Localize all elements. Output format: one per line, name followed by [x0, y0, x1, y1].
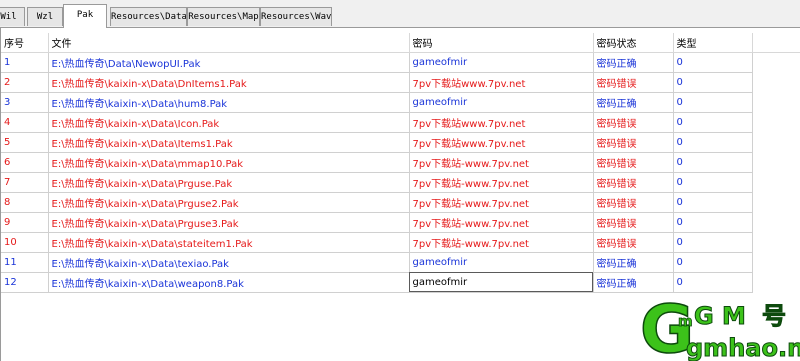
cell-file-path[interactable]: E:\热血传奇\kaixin-x\Data\DnItems1.Pak: [48, 72, 410, 93]
cell-index[interactable]: 8: [1, 192, 49, 213]
cell-type[interactable]: 0: [673, 172, 753, 193]
cell-index[interactable]: 4: [1, 112, 49, 133]
cell-password-status[interactable]: 密码正确: [593, 52, 674, 73]
cell-password-status[interactable]: 密码正确: [593, 272, 674, 293]
table-row[interactable]: 9 E:\热血传奇\kaixin-x\Data\Prguse3.Pak 7pv下载站…: [1, 212, 753, 233]
cell-file-path[interactable]: E:\热血传奇\kaixin-x\Data\Prguse.Pak: [48, 172, 410, 193]
tab-strip: Wil Wzl Pak Resources\Data Resources\Map…: [0, 0, 800, 28]
watermark-logo: G m G M 号 gmhao.net: [639, 290, 800, 361]
tab-wzl[interactable]: Wzl: [27, 7, 63, 26]
cell-password[interactable]: 7pv下载站www.7pv.net: [409, 112, 594, 133]
cell-type[interactable]: 0: [673, 52, 753, 73]
table-row[interactable]: 8 E:\热血传奇\kaixin-x\Data\Prguse2.Pak 7pv下载站…: [1, 192, 753, 213]
cell-type[interactable]: 0: [673, 232, 753, 253]
cell-password[interactable]: 7pv下载站-www.7pv.net: [409, 232, 594, 253]
watermark-small-m: m: [678, 314, 693, 330]
table-row[interactable]: 6 E:\热血传奇\kaixin-x\Data\mmap10.Pak 7pv下载站-…: [1, 152, 753, 173]
tab-pak[interactable]: Pak: [63, 4, 107, 28]
cell-password-status[interactable]: 密码错误: [593, 112, 674, 133]
cell-index[interactable]: 1: [1, 52, 49, 73]
cell-index[interactable]: 6: [1, 152, 49, 173]
table-row[interactable]: 10 E:\热血传奇\kaixin-x\Data\stateitem1.Pak 7p…: [1, 232, 753, 253]
cell-file-path[interactable]: E:\热血传奇\kaixin-x\Data\Prguse3.Pak: [48, 212, 410, 233]
cell-password-status[interactable]: 密码错误: [593, 72, 674, 93]
tab-resources-wav[interactable]: Resources\Wav: [260, 7, 332, 26]
table-row[interactable]: 2 E:\热血传奇\kaixin-x\Data\DnItems1.Pak 7pv下载…: [1, 72, 753, 93]
header-filler: [752, 33, 800, 53]
cell-index[interactable]: 3: [1, 92, 49, 113]
cell-password-status[interactable]: 密码错误: [593, 192, 674, 213]
cell-type[interactable]: 0: [673, 192, 753, 213]
app-window: Wil Wzl Pak Resources\Data Resources\Map…: [0, 0, 800, 361]
cell-index[interactable]: 2: [1, 72, 49, 93]
cell-password-status[interactable]: 密码错误: [593, 232, 674, 253]
cell-file-path[interactable]: E:\热血传奇\kaixin-x\Data\Items1.Pak: [48, 132, 410, 153]
cell-index[interactable]: 10: [1, 232, 49, 253]
cell-index[interactable]: 5: [1, 132, 49, 153]
cell-index[interactable]: 12: [1, 272, 49, 293]
cell-password[interactable]: 7pv下载站-www.7pv.net: [409, 172, 594, 193]
table-row[interactable]: 4 E:\热血传奇\kaixin-x\Data\Icon.Pak 7pv下载站www…: [1, 112, 753, 133]
cell-type[interactable]: 0: [673, 212, 753, 233]
cell-type[interactable]: 0: [673, 152, 753, 173]
cell-password[interactable]: 7pv下载站www.7pv.net: [409, 132, 594, 153]
cell-index[interactable]: 9: [1, 212, 49, 233]
cell-type[interactable]: 0: [673, 272, 753, 293]
cell-file-path[interactable]: E:\热血传奇\kaixin-x\Data\hum8.Pak: [48, 92, 410, 113]
watermark-url: gmhao.net: [686, 334, 800, 361]
pak-list-table[interactable]: 序号 文件 密码 密码状态 类型 1 E:\热血传奇\Data\NewopUI.P…: [1, 33, 753, 293]
cell-type[interactable]: 0: [673, 112, 753, 133]
cell-file-path[interactable]: E:\热血传奇\kaixin-x\Data\texiao.Pak: [48, 252, 410, 273]
table-row[interactable]: 1 E:\热血传奇\Data\NewopUI.Pak gameofmir 密码正确 0: [1, 52, 753, 73]
cell-index[interactable]: 11: [1, 252, 49, 273]
cell-password-status[interactable]: 密码正确: [593, 252, 674, 273]
cell-file-path[interactable]: E:\热血传奇\kaixin-x\Data\Prguse2.Pak: [48, 192, 410, 213]
cell-password[interactable]: 7pv下载站www.7pv.net: [409, 72, 594, 93]
table-row[interactable]: 12 E:\热血传奇\kaixin-x\Data\weapon8.Pak gameo…: [1, 272, 753, 293]
cell-password[interactable]: 7pv下载站-www.7pv.net: [409, 152, 594, 173]
cell-password[interactable]: gameofmir: [409, 272, 594, 293]
cell-file-path[interactable]: E:\热血传奇\kaixin-x\Data\weapon8.Pak: [48, 272, 410, 293]
gmhao-watermark: G m G M 号 gmhao.net: [639, 290, 800, 361]
column-header-password-status[interactable]: 密码状态: [593, 33, 674, 53]
cell-password[interactable]: 7pv下载站-www.7pv.net: [409, 212, 594, 233]
cell-file-path[interactable]: E:\热血传奇\kaixin-x\Data\stateitem1.Pak: [48, 232, 410, 253]
cell-file-path[interactable]: E:\热血传奇\kaixin-x\Data\mmap10.Pak: [48, 152, 410, 173]
cell-password-status[interactable]: 密码错误: [593, 152, 674, 173]
cell-index[interactable]: 7: [1, 172, 49, 193]
table-row[interactable]: 3 E:\热血传奇\kaixin-x\Data\hum8.Pak gameofmir…: [1, 92, 753, 113]
tab-resources-data[interactable]: Resources\Data: [110, 7, 187, 26]
cell-type[interactable]: 0: [673, 132, 753, 153]
cell-password-status[interactable]: 密码错误: [593, 132, 674, 153]
cell-password-status[interactable]: 密码正确: [593, 92, 674, 113]
cell-file-path[interactable]: E:\热血传奇\kaixin-x\Data\Icon.Pak: [48, 112, 410, 133]
cell-password[interactable]: gameofmir: [409, 52, 594, 73]
column-header-index[interactable]: 序号: [1, 33, 49, 53]
watermark-hao: 号: [762, 302, 786, 330]
cell-password[interactable]: gameofmir: [409, 92, 594, 113]
cell-type[interactable]: 0: [673, 252, 753, 273]
cell-password-status[interactable]: 密码错误: [593, 212, 674, 233]
tab-resources-map[interactable]: Resources\Map: [187, 7, 260, 26]
column-header-password[interactable]: 密码: [409, 33, 594, 53]
table-header-row: 序号 文件 密码 密码状态 类型: [1, 33, 753, 53]
cell-type[interactable]: 0: [673, 92, 753, 113]
table-row[interactable]: 5 E:\热血传奇\kaixin-x\Data\Items1.Pak 7pv下载站w…: [1, 132, 753, 153]
cell-file-path[interactable]: E:\热血传奇\Data\NewopUI.Pak: [48, 52, 410, 73]
cell-password[interactable]: 7pv下载站-www.7pv.net: [409, 192, 594, 213]
tab-wil[interactable]: Wil: [0, 7, 25, 26]
table-row[interactable]: 11 E:\热血传奇\kaixin-x\Data\texiao.Pak gameof…: [1, 252, 753, 273]
cell-password-status[interactable]: 密码错误: [593, 172, 674, 193]
cell-type[interactable]: 0: [673, 72, 753, 93]
watermark-gm: G M: [694, 302, 746, 330]
column-header-type[interactable]: 类型: [673, 33, 753, 53]
column-header-file[interactable]: 文件: [48, 33, 410, 53]
cell-password[interactable]: gameofmir: [409, 252, 594, 273]
table-row[interactable]: 7 E:\热血传奇\kaixin-x\Data\Prguse.Pak 7pv下载站-…: [1, 172, 753, 193]
table-body: 1 E:\热血传奇\Data\NewopUI.Pak gameofmir 密码正确 0 2…: [1, 52, 753, 293]
